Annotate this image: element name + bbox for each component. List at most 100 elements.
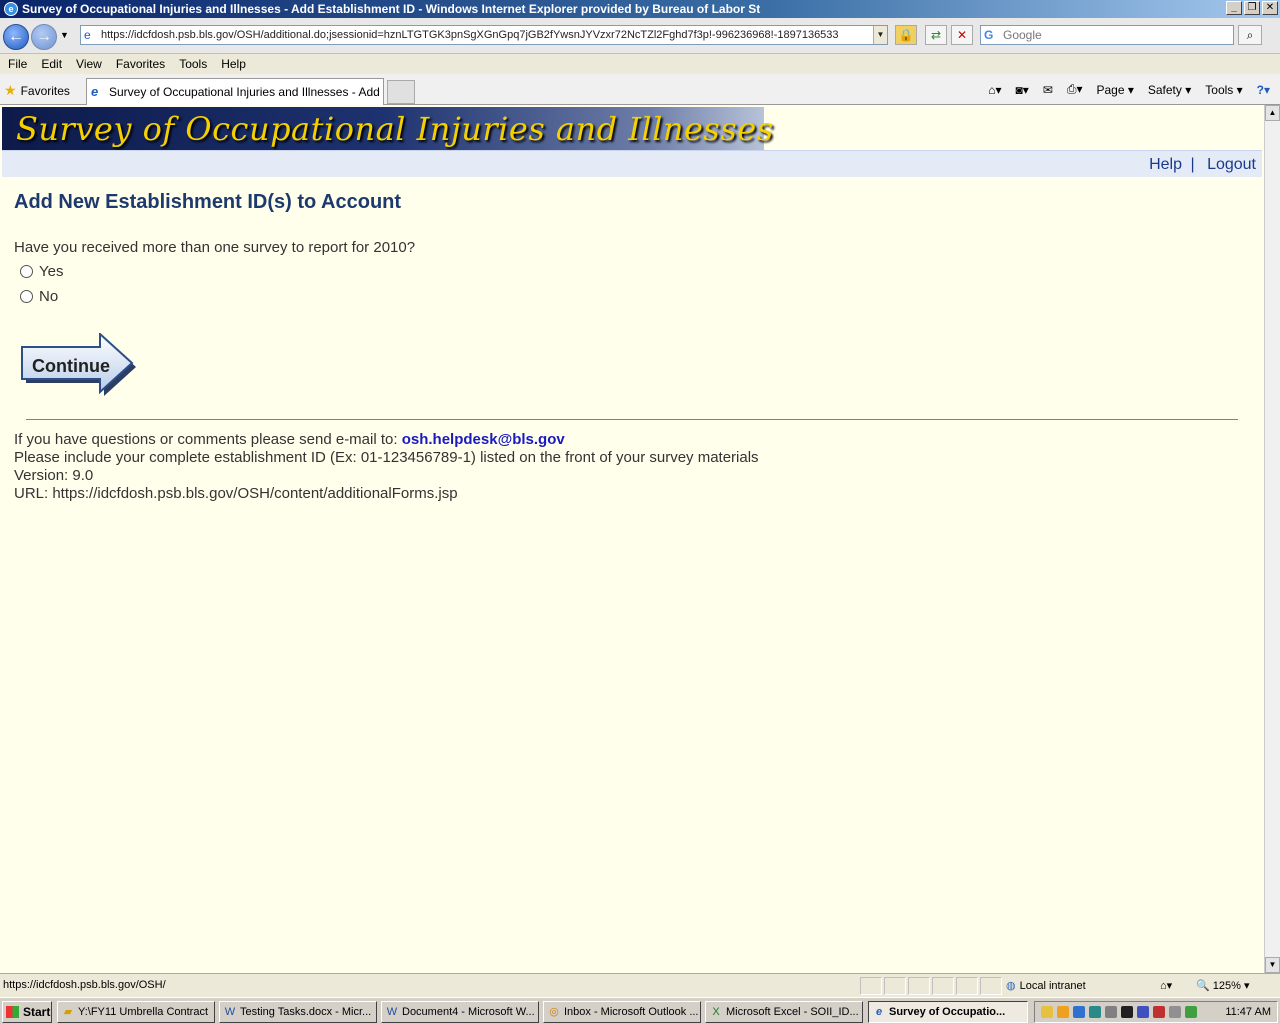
home-icon[interactable]: ⌂▾ [988,83,1001,97]
radio-yes-circle[interactable] [20,265,33,278]
device-tray-icon[interactable] [1121,1006,1133,1018]
globe-icon: ◍ [1006,980,1016,992]
vertical-scrollbar[interactable]: ▲ ▼ [1264,105,1280,973]
tab-title: Survey of Occupational Injuries and Illn… [109,85,384,99]
forward-button[interactable]: → [31,24,57,50]
taskbar-item-word-testing[interactable]: W Testing Tasks.docx - Micr... [219,1001,377,1023]
status-panel [860,977,882,995]
helpdesk-email-link[interactable]: osh.helpdesk@bls.gov [402,431,565,448]
taskbar-item-word-document4[interactable]: W Document4 - Microsoft W... [381,1001,539,1023]
excel-icon: X [712,1006,720,1018]
taskbar-item-outlook[interactable]: ◎ Inbox - Microsoft Outlook ... [543,1001,701,1023]
safety-menu[interactable]: Safety ▾ [1148,83,1191,97]
menu-favorites[interactable]: Favorites [116,57,173,71]
mail-tray-icon[interactable] [1041,1006,1053,1018]
contact-text: If you have questions or comments please… [14,431,398,448]
site-banner: Survey of Occupational Injuries and Illn… [2,107,773,150]
window-titlebar: e Survey of Occupational Injuries and Il… [0,0,1280,18]
menu-help[interactable]: Help [221,57,254,71]
version-text: Version: 9.0 [14,467,94,484]
address-toolbar: ← → ▼ e https://idcfdosh.psb.bls.gov/OSH… [0,18,1280,54]
logout-link[interactable]: Logout [1207,156,1256,173]
address-dropdown-icon[interactable]: ▼ [873,26,887,44]
clock: 11:47 AM [1225,1006,1271,1018]
lock-tray-icon[interactable] [1105,1006,1117,1018]
maximize-button[interactable]: ❐ [1244,1,1260,15]
url-text: URL: https://idcfdosh.psb.bls.gov/OSH/co… [14,485,458,502]
protected-mode-icon[interactable]: ⌂▾ [1160,979,1172,992]
status-panel [956,977,978,995]
establishment-note: Please include your complete establishme… [14,449,759,466]
update-tray-icon[interactable] [1185,1006,1197,1018]
status-bar: https://idcfdosh.psb.bls.gov/OSH/ ◍ Loca… [0,973,1280,997]
windows-flag-icon [6,1006,19,1018]
page-menu[interactable]: Page ▾ [1096,83,1133,97]
back-button[interactable]: ← [3,24,29,50]
zoom-icon: 🔍 [1196,980,1210,992]
link-separator: | [1190,156,1195,173]
security-zone[interactable]: ◍ Local intranet [1006,979,1086,993]
scroll-down-icon[interactable]: ▼ [1265,957,1280,973]
menu-view[interactable]: View [76,57,110,71]
radio-yes[interactable]: Yes [20,263,63,280]
divider [26,419,1238,420]
radio-no[interactable]: No [20,288,58,305]
star-icon: ★ [4,82,17,98]
history-dropdown-icon[interactable]: ▼ [60,30,69,40]
lock-icon[interactable]: 🔒 [895,25,917,45]
start-button[interactable]: Start [2,1001,52,1023]
menu-file[interactable]: File [8,57,35,71]
mail-icon[interactable]: ✉ [1043,83,1053,97]
taskbar-item-folder[interactable]: ▰ Y:\FY11 Umbrella Contract [57,1001,215,1023]
outlook-tray-icon[interactable] [1057,1006,1069,1018]
help-icon[interactable]: ?▾ [1257,83,1270,97]
ie-icon: e [91,84,99,99]
menu-edit[interactable]: Edit [41,57,70,71]
continue-button[interactable]: Continue [20,331,138,397]
tools-menu[interactable]: Tools ▾ [1205,83,1242,97]
footer: If you have questions or comments please… [14,431,759,503]
word-icon: W [224,1006,236,1018]
new-tab-button[interactable] [387,80,415,104]
volume-tray-icon[interactable] [1169,1006,1181,1018]
search-icon[interactable]: ⌕ [1238,25,1262,45]
shield-tray-icon[interactable] [1137,1006,1149,1018]
favorites-label: Favorites [20,83,70,98]
menu-bar: File Edit View Favorites Tools Help [0,54,1280,74]
help-link[interactable]: Help [1149,156,1182,173]
zoom-control[interactable]: 🔍 125% ▾ [1196,979,1249,992]
system-tray: 11:47 AM [1034,1001,1278,1023]
radio-no-label: No [39,288,59,305]
taskbar-item-ie-survey[interactable]: e Survey of Occupatio... [868,1001,1028,1023]
search-placeholder: Google [1003,28,1042,42]
print-icon[interactable]: ⎙▾ [1067,82,1083,97]
stop-icon[interactable]: ✕ [951,25,973,45]
alert-tray-icon[interactable] [1153,1006,1165,1018]
sync-tray-icon[interactable] [1089,1006,1101,1018]
minimize-button[interactable]: _ [1226,1,1242,15]
status-panel [908,977,930,995]
feeds-icon[interactable]: ◙▾ [1016,83,1029,97]
menu-tools[interactable]: Tools [179,57,215,71]
status-panel [932,977,954,995]
favorites-button[interactable]: ★ Favorites [4,82,70,99]
address-bar[interactable]: e https://idcfdosh.psb.bls.gov/OSH/addit… [80,25,888,45]
taskbar-item-excel[interactable]: X Microsoft Excel - SOII_ID... [705,1001,863,1023]
google-icon: G [984,28,994,42]
tab-survey[interactable]: e Survey of Occupational Injuries and Il… [86,78,384,105]
scroll-up-icon[interactable]: ▲ [1265,105,1280,121]
search-input[interactable]: G Google [980,25,1234,45]
survey-question: Have you received more than one survey t… [14,239,416,256]
window-title: Survey of Occupational Injuries and Illn… [22,2,761,16]
network-tray-icon[interactable] [1073,1006,1085,1018]
radio-no-circle[interactable] [20,290,33,303]
status-url: https://idcfdosh.psb.bls.gov/OSH/ [3,979,166,991]
banner-title: Survey of Occupational Injuries and Illn… [16,110,774,148]
ie-icon: e [4,2,18,16]
close-button[interactable]: ✕ [1262,1,1278,15]
taskbar: Start ▰ Y:\FY11 Umbrella Contract W Test… [0,997,1280,1024]
page-title: Add New Establishment ID(s) to Account [14,191,402,213]
start-label: Start [23,1005,51,1019]
address-url: https://idcfdosh.psb.bls.gov/OSH/additio… [101,29,839,41]
refresh-icon[interactable]: ⇄ [925,25,947,45]
